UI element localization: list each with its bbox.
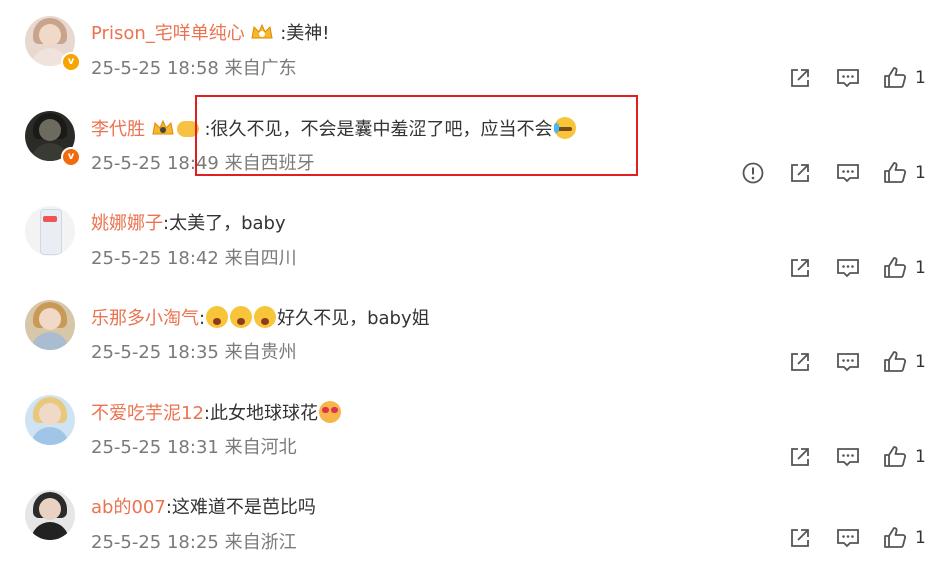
comment-location: 来自四川 <box>224 248 297 269</box>
username-link[interactable]: 不爱吃芋泥12 <box>91 403 204 424</box>
share-icon[interactable] <box>787 349 813 375</box>
comment-meta: 25-5-25 18:31 来自河北 <box>91 436 297 460</box>
comment-icon[interactable] <box>835 160 861 186</box>
comment-item: ab的007:这难道不是芭比吗 25-5-25 18:25 来自浙江 1 <box>0 490 936 585</box>
comment-time: 25-5-25 18:58 <box>91 58 219 79</box>
like-count: 1 <box>915 163 926 183</box>
username-link[interactable]: ab的007 <box>91 497 166 518</box>
comment-item: 不爱吃芋泥12:此女地球球花 25-5-25 18:31 来自河北 1 <box>0 395 936 490</box>
comment-text: :太美了，baby <box>163 213 286 234</box>
comment-content-line: 姚娜娜子:太美了，baby <box>91 212 286 236</box>
like-count: 1 <box>915 528 926 548</box>
highlight-box <box>195 95 638 176</box>
comment-location: 来自贵州 <box>224 342 297 363</box>
like-count: 1 <box>915 68 926 88</box>
comment-location: 来自广东 <box>224 58 297 79</box>
username-link[interactable]: Prison_宅咩单纯心 <box>91 23 245 44</box>
avatar[interactable] <box>25 490 75 540</box>
report-icon[interactable] <box>740 160 766 186</box>
avatar[interactable] <box>25 300 75 350</box>
shocked-emoji-icon <box>230 306 253 328</box>
comment-item: 乐那多小淘气: 好久不见，baby姐 25-5-25 18:35 来自贵州 1 <box>0 300 936 395</box>
comment-time: 25-5-25 18:35 <box>91 342 219 363</box>
comment-icon[interactable] <box>835 349 861 375</box>
comment-time: 25-5-25 18:42 <box>91 248 219 269</box>
share-icon[interactable] <box>787 65 813 91</box>
username-link[interactable]: 姚娜娜子 <box>91 213 163 234</box>
comment-location: 来自河北 <box>224 437 297 458</box>
comment-meta: 25-5-25 18:42 来自四川 <box>91 247 297 271</box>
username-link[interactable]: 李代胜 <box>91 119 145 140</box>
comment-icon[interactable] <box>835 525 861 551</box>
avatar[interactable] <box>25 395 75 445</box>
comment-time: 25-5-25 18:31 <box>91 437 219 458</box>
crown-badge-icon <box>250 22 274 42</box>
shocked-emoji-icon <box>206 306 229 328</box>
comment-text: 好久不见，baby姐 <box>277 308 430 329</box>
like-count: 1 <box>915 258 926 278</box>
heart-eyes-emoji-icon <box>318 401 341 423</box>
username-link[interactable]: 乐那多小淘气 <box>91 308 199 329</box>
thumbs-up-icon[interactable] <box>882 349 908 375</box>
comment-icon[interactable] <box>835 444 861 470</box>
comment-time: 25-5-25 18:25 <box>91 532 219 553</box>
comment-location: 来自浙江 <box>224 532 297 553</box>
comment-text: :这难道不是芭比吗 <box>165 497 316 518</box>
crown-badge-icon <box>151 118 175 138</box>
verified-badge-icon: v <box>61 147 81 167</box>
thumbs-up-icon[interactable] <box>882 160 908 186</box>
thumbs-up-icon[interactable] <box>882 255 908 281</box>
comment-icon[interactable] <box>835 65 861 91</box>
comment-text: :美神! <box>280 23 330 44</box>
comment-content-line: ab的007:这难道不是芭比吗 <box>91 496 316 520</box>
thumbs-up-icon[interactable] <box>882 444 908 470</box>
share-icon[interactable] <box>787 255 813 281</box>
like-count: 1 <box>915 447 926 467</box>
verified-badge-icon: v <box>61 52 81 72</box>
comment-content-line: 不爱吃芋泥12:此女地球球花 <box>91 401 342 426</box>
comment-icon[interactable] <box>835 255 861 281</box>
share-icon[interactable] <box>787 444 813 470</box>
comment-item: 姚娜娜子:太美了，baby 25-5-25 18:42 来自四川 1 <box>0 206 936 301</box>
share-icon[interactable] <box>787 160 813 186</box>
comment-meta: 25-5-25 18:58 来自广东 <box>91 57 297 81</box>
comment-meta: 25-5-25 18:25 来自浙江 <box>91 531 297 555</box>
comment-content-line: 乐那多小淘气: 好久不见，baby姐 <box>91 306 430 329</box>
thumbs-up-icon[interactable] <box>882 65 908 91</box>
avatar[interactable] <box>25 206 75 256</box>
thumbs-up-icon[interactable] <box>882 525 908 551</box>
shocked-emoji-icon <box>254 306 277 328</box>
share-icon[interactable] <box>787 525 813 551</box>
comment-meta: 25-5-25 18:35 来自贵州 <box>91 341 297 365</box>
comment-text: :此女地球球花 <box>203 403 318 424</box>
like-count: 1 <box>915 352 926 372</box>
comment-content-line: Prison_宅咩单纯心 :美神! <box>91 22 330 46</box>
